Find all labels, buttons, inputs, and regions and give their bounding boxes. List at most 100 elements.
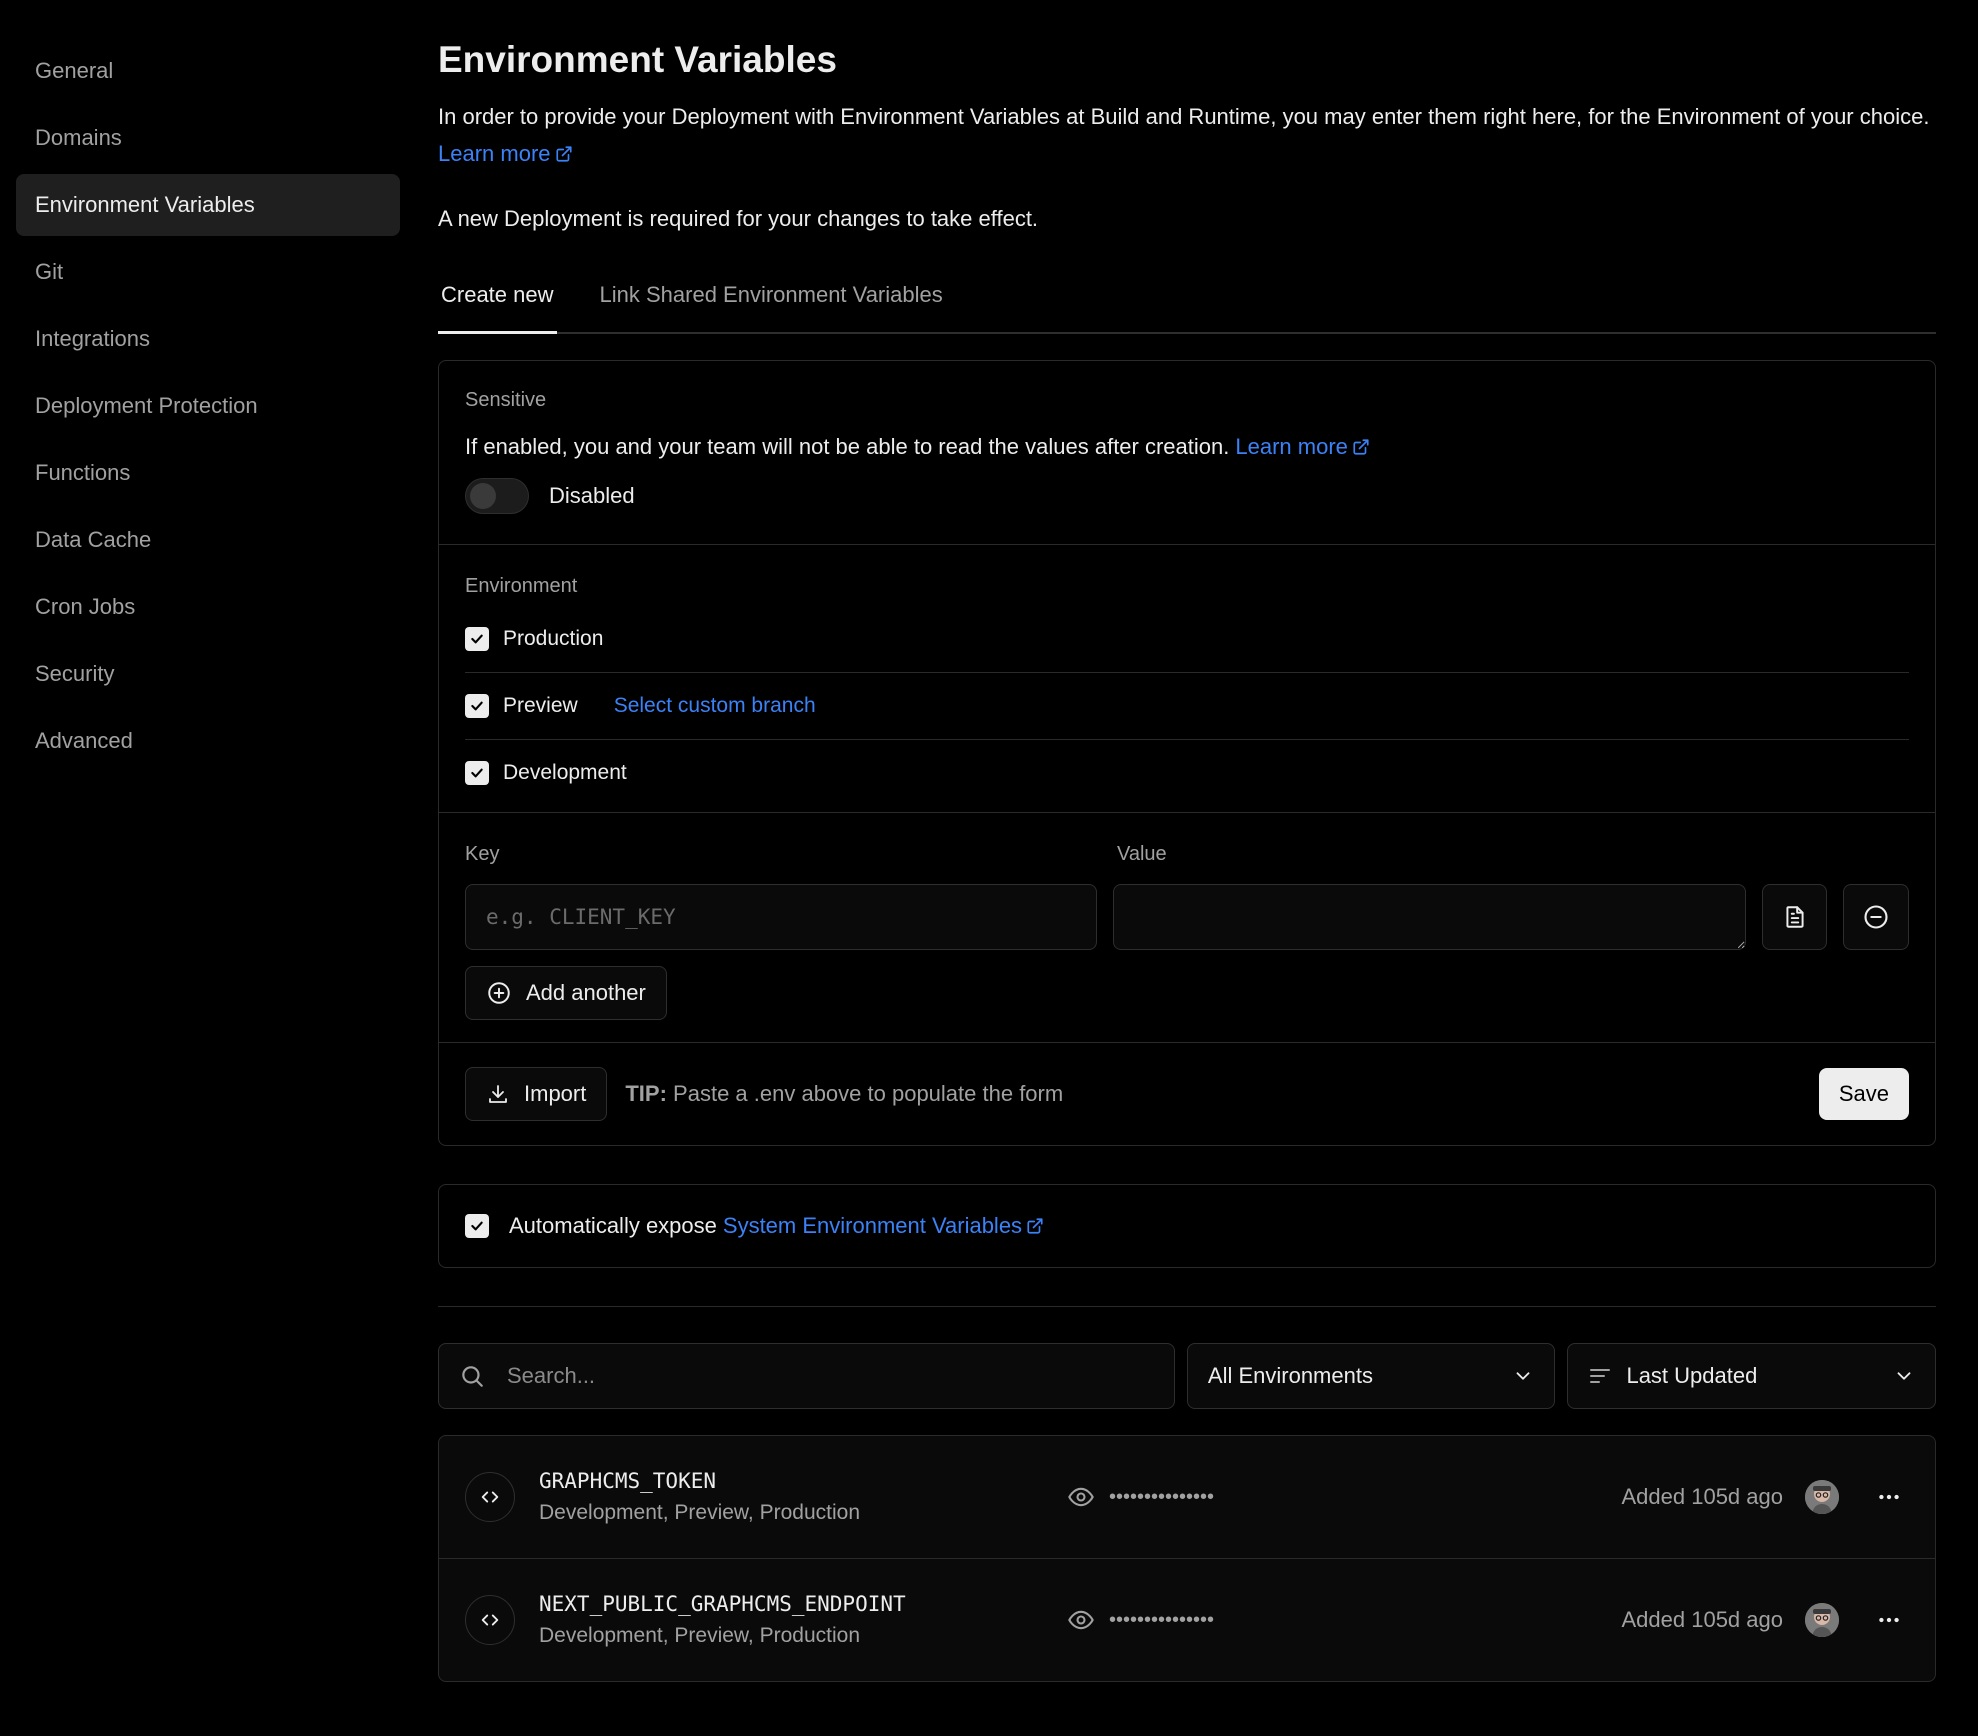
sidebar-item-general[interactable]: General: [16, 40, 400, 102]
code-brackets-icon: [481, 1491, 499, 1503]
sidebar-item-cron-jobs[interactable]: Cron Jobs: [16, 576, 400, 638]
tab-create-new[interactable]: Create new: [438, 282, 557, 334]
more-horizontal-icon: [1879, 1617, 1899, 1623]
env-option-production: Production: [465, 606, 1909, 673]
add-another-button[interactable]: Add another: [465, 966, 667, 1020]
tab-link-shared[interactable]: Link Shared Environment Variables: [597, 282, 946, 332]
environment-filter-value: All Environments: [1207, 1363, 1373, 1388]
tip-text: TIP: Paste a .env above to populate the …: [625, 1081, 1063, 1107]
form-footer: Import TIP: Paste a .env above to popula…: [439, 1043, 1935, 1145]
variable-key: GRAPHCMS_TOKEN: [539, 1469, 717, 1493]
user-avatar-icon: [1805, 1480, 1839, 1514]
avatar: [1805, 1480, 1839, 1514]
reveal-value-button[interactable]: [1067, 1483, 1095, 1511]
check-icon: [471, 634, 483, 644]
learn-more-label: Learn more: [438, 141, 551, 166]
sort-select-value: Last Updated: [1626, 1363, 1758, 1388]
production-checkbox[interactable]: [465, 627, 489, 651]
learn-more-link[interactable]: Learn more: [438, 135, 573, 172]
external-link-icon: [1353, 439, 1369, 455]
code-brackets-icon: [481, 1614, 499, 1626]
sensitive-toggle[interactable]: [465, 478, 529, 514]
expose-text-row: Automatically expose System Environment …: [509, 1213, 1044, 1239]
added-time: Added 105d ago: [1621, 1484, 1784, 1509]
development-checkbox[interactable]: [465, 761, 489, 785]
sensitive-label: Sensitive: [465, 389, 547, 411]
section-divider: [438, 1306, 1936, 1307]
description-text: In order to provide your Deployment with…: [438, 104, 1930, 129]
sort-select[interactable]: Last Updated: [1567, 1343, 1936, 1409]
variable-environments: Development, Preview, Production: [539, 1624, 860, 1647]
variable-key: NEXT_PUBLIC_GRAPHCMS_ENDPOINT: [539, 1592, 906, 1616]
external-link-icon: [555, 145, 572, 162]
select-custom-branch-link[interactable]: Select custom branch: [614, 694, 816, 718]
table-row: GRAPHCMS_TOKEN Development, Preview, Pro…: [439, 1436, 1935, 1559]
system-env-vars-label: System Environment Variables: [722, 1213, 1023, 1238]
form-footer-row: Import TIP: Paste a .env above to popula…: [465, 1067, 1909, 1121]
code-icon: [465, 1595, 515, 1645]
masked-value: •••••••••••••••: [1109, 1608, 1215, 1631]
deployment-note: A new Deployment is required for your ch…: [438, 206, 1039, 231]
production-label: Production: [503, 627, 604, 650]
external-link-icon: [1027, 1218, 1043, 1234]
row-actions-button[interactable]: [1869, 1600, 1909, 1640]
chevron-down-icon: [1517, 1372, 1530, 1380]
tabs: Create new Link Shared Environment Varia…: [438, 282, 1936, 334]
sensitive-section: Sensitive If enabled, you and your team …: [439, 361, 1935, 545]
plus-circle-icon: [488, 982, 510, 1004]
row-actions-button[interactable]: [1869, 1477, 1909, 1517]
create-env-card: Sensitive If enabled, you and your team …: [438, 360, 1936, 1146]
key-value-section: Key Value Add another: [439, 813, 1935, 1043]
reveal-value-button[interactable]: [1067, 1606, 1095, 1634]
sensitive-text-row: If enabled, you and your team will not b…: [465, 434, 1909, 460]
preview-checkbox[interactable]: [465, 694, 489, 718]
environment-label: Environment: [465, 575, 578, 597]
variable-info: GRAPHCMS_TOKEN Development, Preview, Pro…: [539, 1469, 1067, 1525]
eye-icon: [1068, 1487, 1094, 1507]
sidebar-item-integrations[interactable]: Integrations: [16, 308, 400, 370]
environment-filter-select[interactable]: All Environments: [1186, 1343, 1556, 1409]
tip-label: TIP:: [625, 1081, 667, 1106]
env-option-preview: Preview Select custom branch: [465, 673, 1909, 740]
added-time: Added 105d ago: [1621, 1607, 1784, 1632]
variable-value: •••••••••••••••: [1067, 1606, 1214, 1634]
sidebar-item-environment-variables[interactable]: Environment Variables: [16, 174, 400, 236]
sensitive-learn-more-label: Learn more: [1235, 434, 1348, 459]
sidebar-item-security[interactable]: Security: [16, 643, 400, 705]
sensitive-toggle-row: Disabled: [465, 478, 1909, 514]
toggle-knob: [470, 483, 496, 509]
sidebar-item-git[interactable]: Git: [16, 241, 400, 303]
development-label: Development: [503, 761, 627, 784]
tip-body: Paste a .env above to populate the form: [673, 1081, 1064, 1106]
system-env-vars-link[interactable]: System Environment Variables: [723, 1213, 1044, 1239]
search-input[interactable]: [505, 1362, 1149, 1390]
import-label: Import: [524, 1081, 587, 1106]
more-horizontal-icon: [1879, 1494, 1899, 1500]
key-input[interactable]: [465, 884, 1098, 950]
sidebar-item-advanced[interactable]: Advanced: [16, 710, 400, 772]
sidebar-item-functions[interactable]: Functions: [16, 442, 400, 504]
value-label: Value: [1117, 843, 1167, 865]
remove-row-button[interactable]: [1843, 884, 1909, 950]
add-another-wrap: Add another: [465, 966, 1909, 1020]
table-row: NEXT_PUBLIC_GRAPHCMS_ENDPOINT Developmen…: [439, 1559, 1935, 1681]
variable-info: NEXT_PUBLIC_GRAPHCMS_ENDPOINT Developmen…: [539, 1592, 1067, 1648]
check-icon: [471, 701, 483, 711]
expose-card: Automatically expose System Environment …: [438, 1184, 1936, 1268]
value-file-button[interactable]: [1761, 884, 1828, 950]
kv-labels: Key Value: [465, 843, 1909, 866]
sort-select-left: Last Updated: [1588, 1363, 1757, 1389]
check-icon: [471, 1221, 483, 1231]
expose-row: Automatically expose System Environment …: [439, 1185, 1935, 1267]
expose-system-vars-checkbox[interactable]: [465, 1214, 489, 1238]
sidebar-item-domains[interactable]: Domains: [16, 107, 400, 169]
page-title: Environment Variables: [438, 39, 837, 80]
sensitive-learn-more-link[interactable]: Learn more: [1235, 434, 1370, 460]
file-text-icon: [1786, 906, 1804, 928]
kv-row: [465, 884, 1909, 950]
sidebar-item-deployment-protection[interactable]: Deployment Protection: [16, 375, 400, 437]
import-button[interactable]: Import: [465, 1067, 608, 1121]
save-button[interactable]: Save: [1818, 1068, 1909, 1120]
sidebar-item-data-cache[interactable]: Data Cache: [16, 509, 400, 571]
value-input[interactable]: [1113, 884, 1746, 950]
